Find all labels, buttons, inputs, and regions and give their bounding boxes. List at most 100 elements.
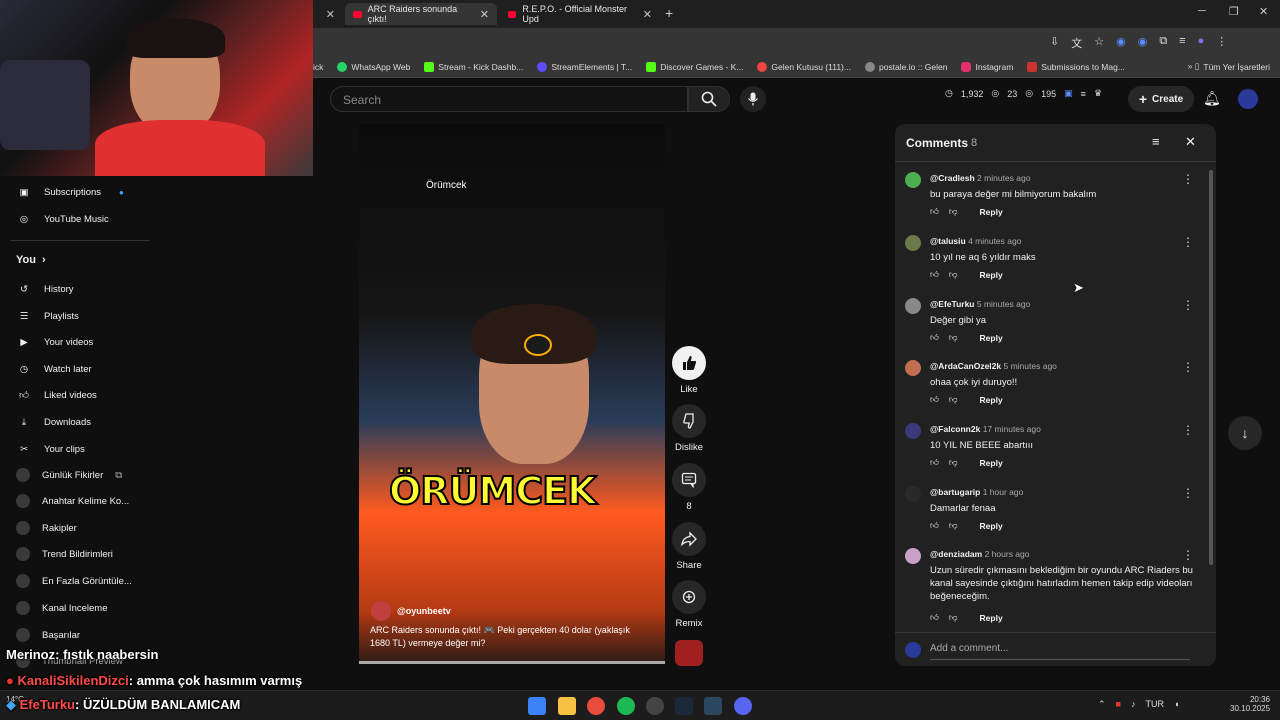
obs-icon[interactable]	[646, 697, 664, 715]
notifications-bell-icon[interactable]: 🔔︎	[1203, 90, 1221, 107]
spotify-icon[interactable]	[617, 697, 635, 715]
all-bookmarks[interactable]: » ▯ Tüm Yer İşaretleri	[1188, 61, 1270, 72]
extension-icon[interactable]: ◉	[1138, 35, 1148, 51]
avatar[interactable]	[905, 548, 921, 564]
sidebar-item-playlist[interactable]: Kanal Inceleme	[16, 601, 107, 615]
bookmark-item[interactable]: Gelen Kutusu (111)...	[757, 61, 851, 72]
sidebar-item-downloads[interactable]: ⤓ Downloads	[16, 414, 91, 430]
sidebar-item-playlist[interactable]: Anahtar Kelime Ko...	[16, 494, 129, 508]
mic-icon[interactable]: ♪	[1131, 699, 1136, 710]
tab-close-prev[interactable]: ✕	[313, 3, 343, 25]
bookmark-item[interactable]: ick	[313, 62, 323, 72]
audio-thumbnail[interactable]	[675, 640, 703, 666]
steam-icon[interactable]	[704, 697, 722, 715]
voice-search-button[interactable]	[740, 86, 766, 112]
star-icon[interactable]: ☆	[1094, 35, 1104, 51]
file-explorer-icon[interactable]	[558, 697, 576, 715]
bookmark-item[interactable]: postale.io :: Gelen	[864, 61, 947, 72]
new-tab-button[interactable]: +	[665, 5, 673, 21]
extension-icon[interactable]: ▣	[1064, 88, 1073, 99]
bookmark-item[interactable]: WhatsApp Web	[337, 61, 410, 72]
close-window-button[interactable]: ✕	[1259, 5, 1268, 18]
comment-author[interactable]: @denziadam 2 hours ago	[930, 549, 1030, 559]
reply-button[interactable]: Reply	[980, 395, 1003, 405]
create-button[interactable]: + Create	[1128, 86, 1194, 112]
comments-button[interactable]: 8	[672, 463, 706, 512]
more-options-icon[interactable]: ⋮	[1182, 548, 1194, 562]
sidebar-item-playlist[interactable]: Günlük Fikirler ⧉	[16, 468, 122, 482]
avatar[interactable]	[905, 423, 921, 439]
thumbs-down-icon[interactable]: 👎︎	[949, 612, 958, 623]
bookmark-item[interactable]: Stream - Kick Dashb...	[424, 61, 523, 72]
sidebar-item-watch-later[interactable]: ◷ Watch later	[16, 361, 92, 377]
reply-button[interactable]: Reply	[980, 458, 1003, 468]
puzzle-icon[interactable]: ⧉	[1159, 35, 1167, 51]
thumbs-down-icon[interactable]: 👎︎	[949, 206, 958, 217]
scrollbar[interactable]	[1209, 170, 1213, 565]
comment-author[interactable]: @ArdaCanOzel2k 5 minutes ago	[930, 361, 1057, 371]
thumbs-down-icon[interactable]: 👎︎	[949, 457, 958, 468]
more-options-icon[interactable]: ⋮	[1182, 298, 1194, 312]
thumbs-up-icon[interactable]: 👍︎	[930, 394, 939, 405]
video-progress-bar[interactable]	[359, 661, 665, 664]
steam-icon[interactable]	[675, 697, 693, 715]
avatar[interactable]	[905, 360, 921, 376]
comment-author[interactable]: @Cradlesh 2 minutes ago	[930, 173, 1030, 183]
profile-icon[interactable]: ●	[1198, 35, 1205, 51]
like-button[interactable]: Like	[672, 346, 706, 395]
sidebar-item-playlist[interactable]: Rakipler	[16, 521, 77, 535]
sidebar-item-liked-videos[interactable]: 👍︎ Liked videos	[16, 387, 97, 403]
start-icon[interactable]	[528, 697, 546, 715]
volume-icon[interactable]: ◖	[1174, 699, 1179, 710]
tab-arc-raiders[interactable]: ARC Raiders sonunda çıktı! ✕	[345, 3, 497, 25]
avatar[interactable]	[905, 235, 921, 251]
translate-icon[interactable]: 文	[1071, 35, 1082, 51]
discord-icon[interactable]	[734, 697, 752, 715]
add-comment-input[interactable]: Add a comment...	[930, 643, 1008, 654]
thumbs-down-icon[interactable]: 👎︎	[949, 269, 958, 280]
thumbs-up-icon[interactable]: 👍︎	[930, 269, 939, 280]
tab-repo[interactable]: R.E.P.O. - Official Monster Upd ✕	[500, 3, 660, 25]
sidebar-item-playlist[interactable]: Trend Bildirimleri	[16, 547, 113, 561]
media-icon[interactable]: ≡	[1179, 35, 1185, 51]
reply-button[interactable]: Reply	[980, 613, 1003, 623]
thumbs-up-icon[interactable]: 👍︎	[930, 520, 939, 531]
thumbs-up-icon[interactable]: 👍︎	[930, 457, 939, 468]
reply-button[interactable]: Reply	[980, 521, 1003, 531]
thumbs-down-icon[interactable]: 👎︎	[949, 520, 958, 531]
sidebar-item-your-clips[interactable]: ✂ Your clips	[16, 441, 85, 457]
thumbs-down-icon[interactable]: 👎︎	[949, 394, 958, 405]
chevron-up-icon[interactable]: ⌃	[1098, 699, 1106, 710]
close-icon[interactable]: ✕	[1185, 134, 1196, 150]
scroll-down-button[interactable]: ↓	[1228, 416, 1262, 450]
install-icon[interactable]: ⇩	[1050, 35, 1059, 51]
comment-author[interactable]: @bartugarip 1 hour ago	[930, 487, 1023, 497]
more-options-icon[interactable]: ⋮	[1182, 172, 1194, 186]
avatar[interactable]	[905, 298, 921, 314]
language-indicator[interactable]: TUR	[1145, 699, 1164, 710]
more-options-icon[interactable]: ⋮	[1182, 360, 1194, 374]
close-icon[interactable]: ✕	[643, 8, 652, 21]
thumbs-down-icon[interactable]: 👎︎	[949, 332, 958, 343]
thumbs-up-icon[interactable]: 👍︎	[930, 332, 939, 343]
extension-icon[interactable]: ◉	[1116, 35, 1126, 51]
reply-button[interactable]: Reply	[980, 270, 1003, 280]
comment-author[interactable]: @talusiu 4 minutes ago	[930, 236, 1021, 246]
video-channel[interactable]: @oyunbeetv	[371, 601, 451, 621]
more-options-icon[interactable]: ⋮	[1182, 235, 1194, 249]
trophy-icon[interactable]: ♛	[1094, 88, 1102, 99]
avatar[interactable]	[905, 486, 921, 502]
remix-button[interactable]: Remix	[672, 580, 706, 629]
search-input[interactable]: Search	[330, 86, 688, 112]
avatar[interactable]	[1238, 89, 1258, 109]
sidebar-item-history[interactable]: ↺ History	[16, 281, 74, 297]
reply-button[interactable]: Reply	[980, 207, 1003, 217]
reply-button[interactable]: Reply	[980, 333, 1003, 343]
maximize-button[interactable]: ❐	[1229, 5, 1239, 18]
bookmark-item[interactable]: StreamElements | T...	[537, 61, 632, 72]
close-icon[interactable]: ✕	[480, 8, 489, 21]
bookmark-item[interactable]: Submissions to Mag...	[1027, 61, 1125, 72]
menu-icon[interactable]: ⋮	[1216, 35, 1227, 51]
more-options-icon[interactable]: ⋮	[1182, 486, 1194, 500]
bookmark-item[interactable]: Discover Games - K...	[646, 61, 743, 72]
